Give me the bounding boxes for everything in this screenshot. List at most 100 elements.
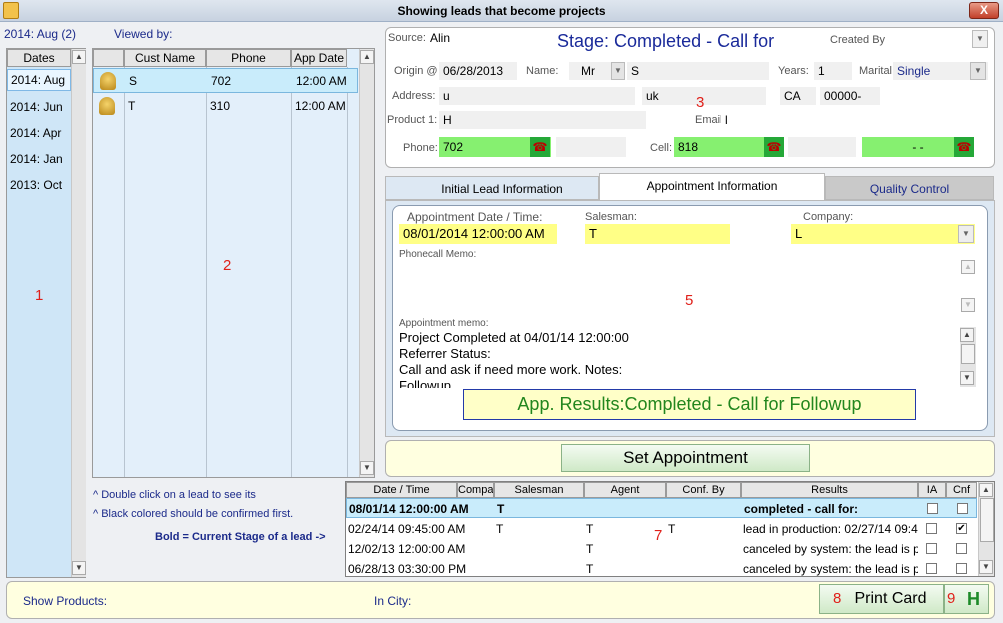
created-by-dropdown-icon[interactable]: ▼ <box>972 30 988 48</box>
product-label: Product 1: <box>387 114 438 126</box>
history-agent: T <box>586 562 594 576</box>
email-label: Email <box>695 114 723 126</box>
appt-memo-field[interactable]: Project Completed at 04/01/14 12:00:00 R… <box>399 330 954 388</box>
history-agent: T <box>586 522 594 536</box>
company-dropdown-icon[interactable]: ▼ <box>958 225 974 243</box>
set-appointment-bar: 6 Set Appointment <box>385 440 995 477</box>
table-row[interactable]: 08/01/14 12:00:00 AM T completed - call … <box>346 498 977 518</box>
table-row[interactable]: T 310 12:00 AM <box>93 94 347 119</box>
memo-line: Call and ask if need more work. Notes: <box>399 362 623 377</box>
scroll-down-icon[interactable]: ▼ <box>960 371 974 385</box>
dates-scrollbar[interactable]: ▲ ▼ <box>71 49 86 577</box>
phone-icon[interactable]: ☎ <box>530 137 550 157</box>
date-item[interactable]: 2014: Apr <box>10 126 61 140</box>
scroll-down-icon[interactable]: ▼ <box>72 561 86 575</box>
history-date: 12/02/13 12:00:00 AM <box>348 542 466 556</box>
col-company[interactable]: Compa <box>457 482 494 498</box>
col-cnf[interactable]: Cnf <box>946 482 977 498</box>
table-row[interactable]: 06/28/13 03:30:00 PM T canceled by syste… <box>346 559 977 577</box>
tab-quality-control[interactable]: Quality Control <box>825 176 994 200</box>
col-date-time[interactable]: Date / Time <box>346 482 457 498</box>
ia-checkbox[interactable] <box>926 563 937 574</box>
years-label: Years: <box>778 65 809 77</box>
cell-ext-field[interactable] <box>788 137 856 157</box>
years-field[interactable]: 1 <box>814 62 852 80</box>
created-by-label: Created By <box>830 34 886 46</box>
first-name-field[interactable]: S <box>627 62 769 80</box>
lead-name: T <box>128 99 136 113</box>
close-button[interactable]: X <box>969 2 999 19</box>
title-select[interactable]: Mr <box>569 62 611 80</box>
memo-scroll-up-icon[interactable]: ▲ <box>961 260 975 274</box>
col-salesman[interactable]: Salesman <box>494 482 584 498</box>
date-item[interactable]: 2014: Aug <box>7 69 71 91</box>
cnf-checkbox[interactable] <box>957 503 968 514</box>
ia-checkbox[interactable] <box>926 523 937 534</box>
scroll-down-icon[interactable]: ▼ <box>360 461 374 475</box>
scroll-up-icon[interactable]: ▲ <box>979 483 993 497</box>
tab-appointment[interactable]: Appointment Information <box>599 173 825 200</box>
title-dropdown-icon[interactable]: ▼ <box>611 62 625 80</box>
table-row[interactable]: S 702 12:00 AM <box>93 68 358 93</box>
product-field[interactable]: H <box>439 111 646 129</box>
phone-ext-field[interactable] <box>556 137 626 157</box>
appt-date-field[interactable]: 08/01/2014 12:00:00 AM <box>399 224 557 244</box>
leads-scrollbar[interactable]: ▲ ▼ <box>359 49 374 477</box>
salesman-field[interactable]: T <box>585 224 730 244</box>
cell-phone-icon[interactable]: ☎ <box>764 137 784 157</box>
hint-double-click: ^ Double click on a lead to see its <box>93 489 256 501</box>
lead-date: 12:00 AM <box>295 99 346 113</box>
cnf-checkbox[interactable]: ✔ <box>956 523 967 534</box>
col-conf-by[interactable]: Conf. By <box>666 482 741 498</box>
date-item[interactable]: 2014: Jun <box>10 100 63 114</box>
col-agent[interactable]: Agent <box>584 482 666 498</box>
date-item[interactable]: 2013: Oct <box>10 178 62 192</box>
marital-label: Marital: <box>859 65 896 77</box>
address-label: Address: <box>392 90 436 102</box>
scroll-thumb[interactable] <box>980 498 994 542</box>
col-cust-name[interactable]: Cust Name <box>124 49 206 67</box>
tab-initial-lead[interactable]: Initial Lead Information <box>385 176 599 200</box>
marker-5: 5 <box>685 292 694 309</box>
origin-date-field[interactable]: 06/28/2013 <box>439 62 517 80</box>
marker-9: 9 <box>947 590 956 607</box>
date-item[interactable]: 2014: Jan <box>10 152 63 166</box>
cnf-checkbox[interactable] <box>956 563 967 574</box>
col-results[interactable]: Results <box>741 482 918 498</box>
col-app-date[interactable]: App Date <box>291 49 347 67</box>
email-field[interactable]: l <box>721 111 961 129</box>
history-table: Date / Time Compa Salesman Agent Conf. B… <box>345 481 995 577</box>
scroll-up-icon[interactable]: ▲ <box>72 50 86 64</box>
ia-checkbox[interactable] <box>927 503 938 514</box>
appt-memo-label: Appointment memo: <box>399 318 489 329</box>
cnf-checkbox[interactable] <box>956 543 967 554</box>
company-label: Company: <box>803 211 854 223</box>
lead-date: 12:00 AM <box>296 74 347 88</box>
other-phone-icon[interactable]: ☎ <box>954 137 974 157</box>
ia-checkbox[interactable] <box>926 543 937 554</box>
set-appointment-button[interactable]: Set Appointment <box>561 444 810 472</box>
col-ia[interactable]: IA <box>918 482 946 498</box>
memo-scroll-down-icon[interactable]: ▼ <box>961 298 975 312</box>
scroll-up-icon[interactable]: ▲ <box>960 328 974 342</box>
marital-dropdown-icon[interactable]: ▼ <box>970 62 986 80</box>
address-field[interactable]: u <box>439 87 635 105</box>
scroll-thumb[interactable] <box>961 344 975 364</box>
zip-field[interactable]: 00000- <box>820 87 880 105</box>
leads-icon-header <box>93 49 124 67</box>
scroll-down-icon[interactable]: ▼ <box>979 560 993 574</box>
phonecall-memo-field[interactable] <box>399 261 959 315</box>
marker-7: 7 <box>654 527 663 544</box>
company-select[interactable]: L <box>791 224 975 244</box>
phone-label: Phone: <box>403 142 438 154</box>
col-phone[interactable]: Phone <box>206 49 291 67</box>
scroll-up-icon[interactable]: ▲ <box>360 50 374 64</box>
marker-3: 3 <box>696 94 705 111</box>
origin-label: Origin @ <box>394 65 438 77</box>
history-scrollbar[interactable]: ▲ ▼ <box>978 482 994 576</box>
dates-list: Dates 2014: Aug 2014: Jun 2014: Apr 2014… <box>6 48 86 578</box>
history-date: 08/01/14 12:00:00 AM <box>349 502 469 516</box>
bell-icon <box>100 72 116 90</box>
state-field[interactable]: CA <box>780 87 816 105</box>
appt-memo-scrollbar[interactable]: ▲ ▼ <box>960 327 976 387</box>
